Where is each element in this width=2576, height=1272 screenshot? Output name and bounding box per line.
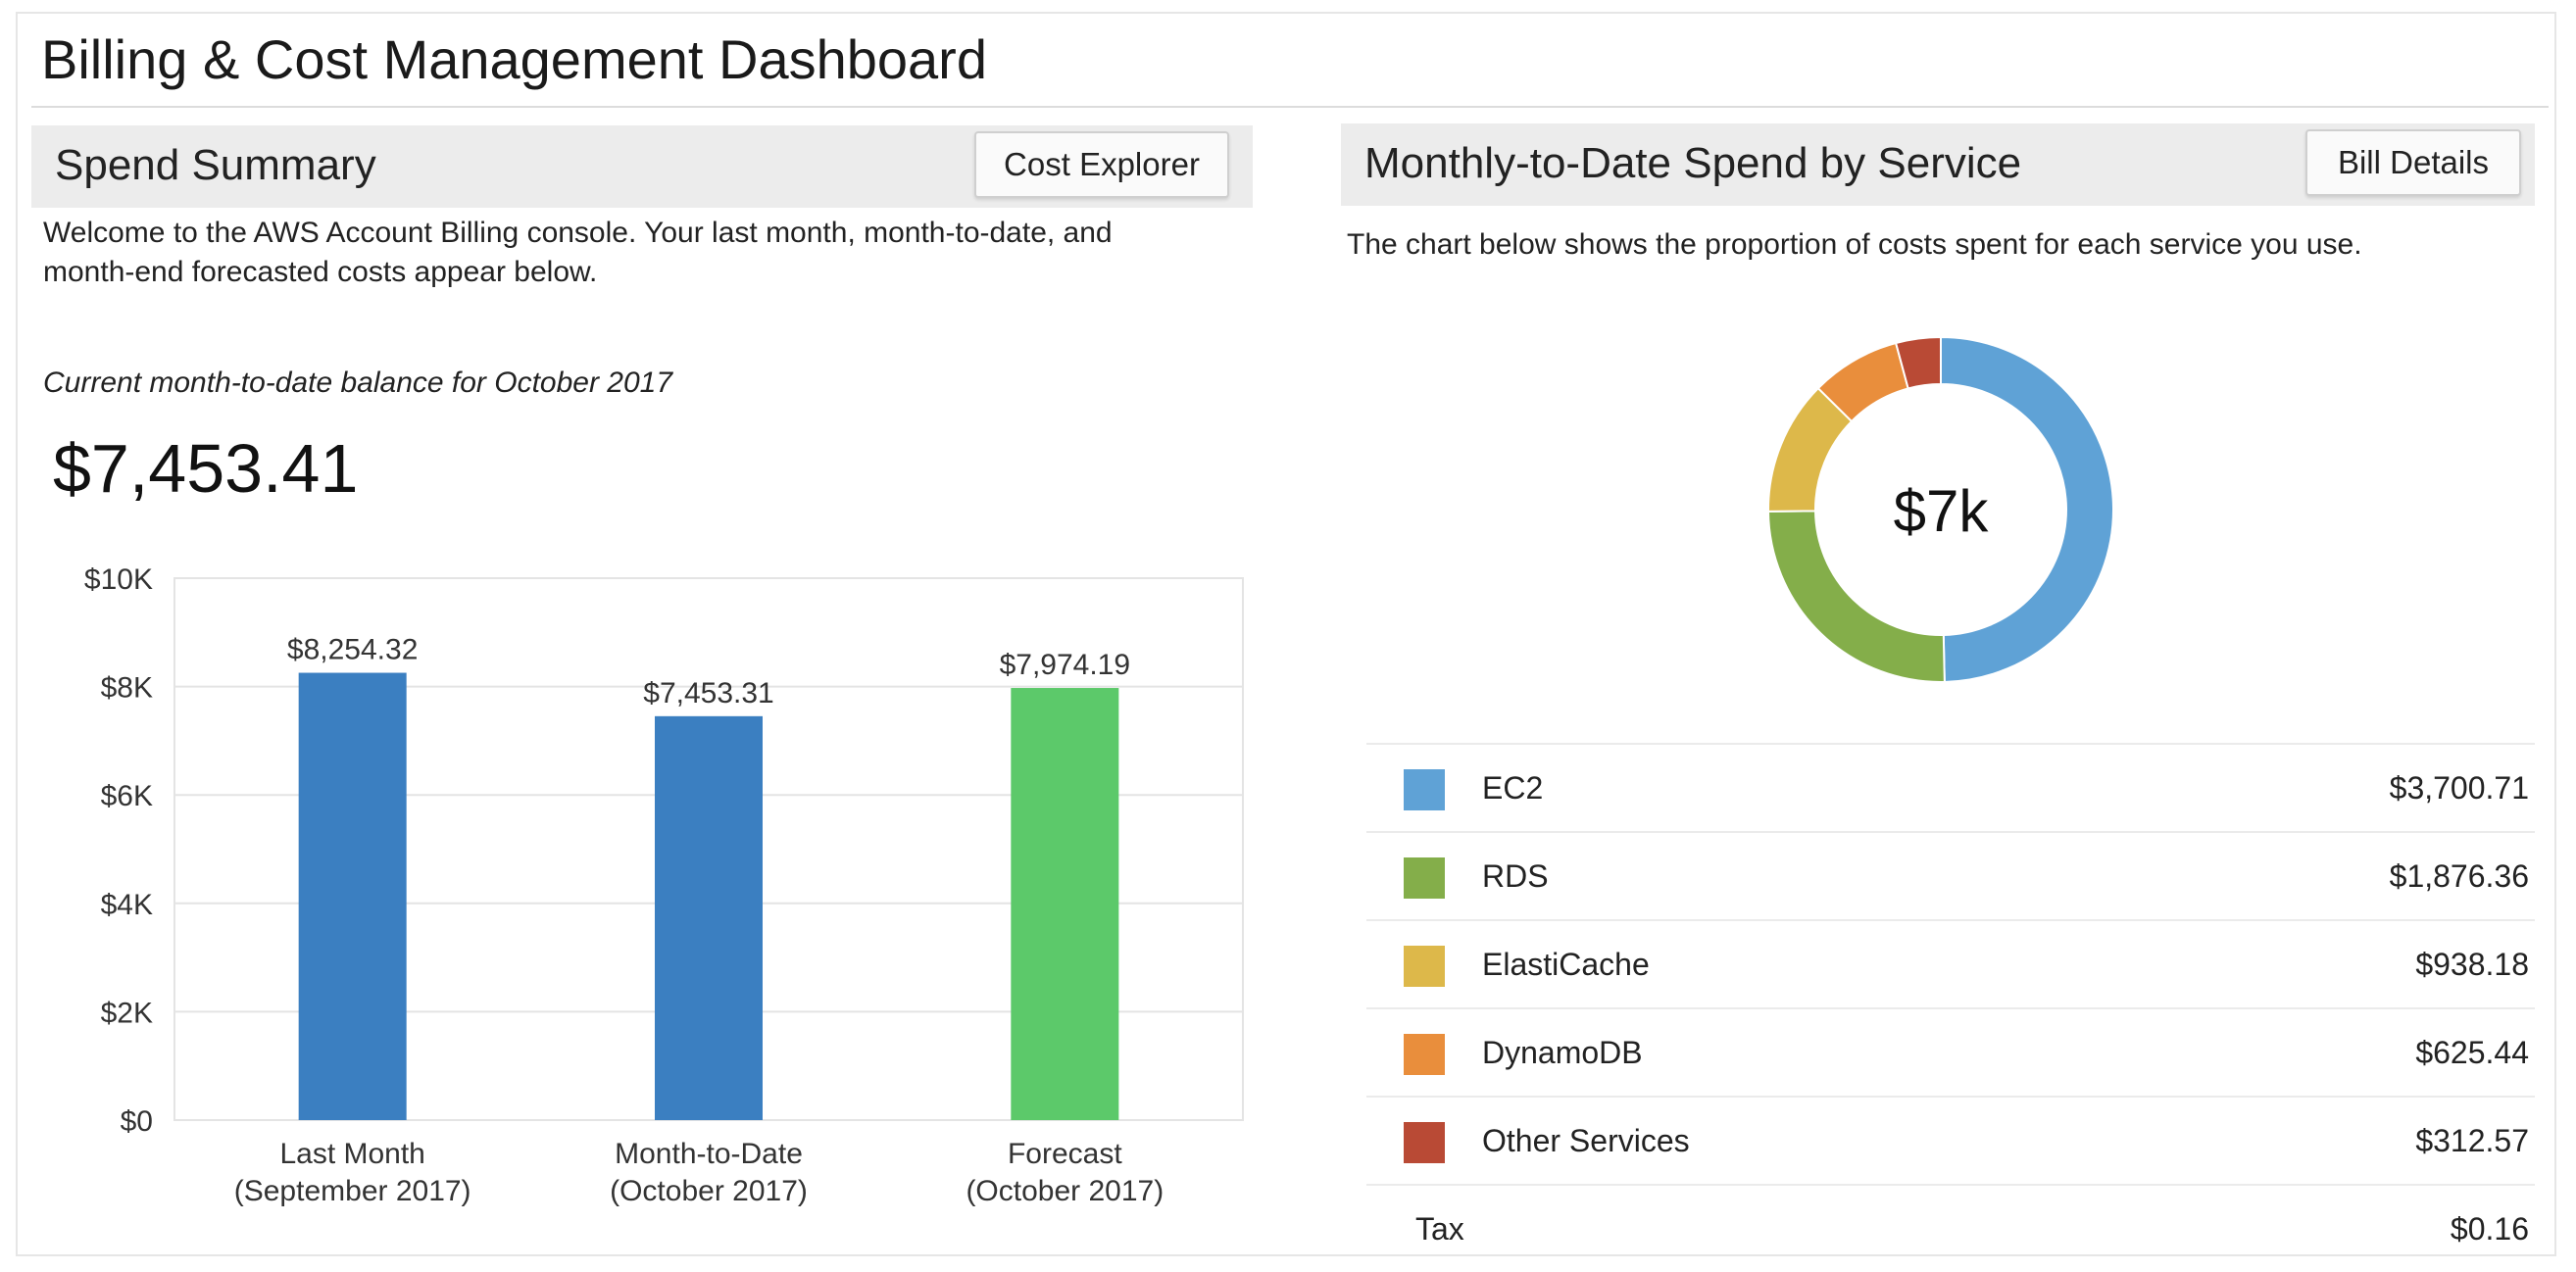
balance-amount: $7,453.41	[53, 430, 359, 507]
y-tick-label: $10K	[84, 563, 153, 596]
legend-row: ElastiCache $938.18	[1366, 919, 2535, 1007]
legend-swatch	[1404, 857, 1445, 899]
bar	[298, 672, 407, 1120]
legend-service-amount: $312.57	[2415, 1123, 2529, 1158]
legend-row: EC2 $3,700.71	[1366, 743, 2535, 831]
bar-value-label: $7,974.19	[1000, 649, 1130, 681]
tax-row: Tax $0.16	[1366, 1184, 2535, 1272]
legend-swatch	[1404, 1034, 1445, 1075]
bar-value-label: $7,453.31	[643, 677, 773, 709]
service-spend-header: Monthly-to-Date Spend by Service Bill De…	[1341, 123, 2535, 206]
y-tick-label: $6K	[101, 780, 153, 812]
legend-service-amount: $3,700.71	[2389, 770, 2529, 806]
x-tick-label: Forecast	[1008, 1138, 1122, 1170]
legend-service-amount: $1,876.36	[2389, 858, 2529, 894]
bar-value-label: $8,254.32	[287, 634, 418, 666]
x-tick-label: Last Month	[279, 1138, 424, 1170]
legend-service-name: ElastiCache	[1482, 947, 1650, 982]
spend-summary-intro: Welcome to the AWS Account Billing conso…	[43, 217, 1113, 288]
legend-service-name: RDS	[1482, 858, 1549, 894]
spend-summary-header: Spend Summary Cost Explorer	[31, 125, 1253, 208]
y-tick-label: $4K	[101, 889, 153, 921]
service-spend-heading: Monthly-to-Date Spend by Service	[1364, 139, 2022, 187]
legend-swatch	[1404, 946, 1445, 987]
legend-swatch	[1404, 769, 1445, 810]
legend-swatch	[1404, 1122, 1445, 1163]
title-divider	[31, 106, 2549, 108]
legend-service-amount: $938.18	[2415, 947, 2529, 982]
donut-center-label: $7k	[1894, 478, 1990, 544]
legend-service-amount: $625.44	[2415, 1035, 2529, 1070]
bill-details-button[interactable]: Bill Details	[2305, 129, 2521, 196]
legend-divider	[1366, 1184, 2535, 1186]
tax-amount: $0.16	[2450, 1211, 2529, 1247]
x-tick-label: (September 2017)	[234, 1175, 471, 1207]
spend-summary-heading: Spend Summary	[55, 141, 376, 189]
service-spend-intro: The chart below shows the proportion of …	[1347, 228, 2362, 261]
legend-row: RDS $1,876.36	[1366, 831, 2535, 919]
page-title: Billing & Cost Management Dashboard	[41, 28, 987, 90]
y-tick-label: $0	[121, 1105, 153, 1138]
service-donut-chart: $7k	[1766, 335, 2114, 683]
legend-divider	[1366, 831, 2535, 833]
cost-explorer-button[interactable]: Cost Explorer	[974, 131, 1229, 198]
bar	[655, 715, 763, 1120]
x-tick-label: (October 2017)	[610, 1175, 808, 1207]
tax-label: Tax	[1415, 1211, 1464, 1247]
x-tick-label: Month-to-Date	[615, 1138, 803, 1170]
legend-divider	[1366, 743, 2535, 745]
y-tick-label: $2K	[101, 997, 153, 1029]
balance-caption: Current month-to-date balance for Octobe…	[43, 367, 673, 399]
legend-divider	[1366, 1096, 2535, 1098]
legend-row: DynamoDB $625.44	[1366, 1007, 2535, 1096]
legend-service-name: EC2	[1482, 770, 1544, 806]
spend-bar-chart: $0 $2K $4K $6K $8K $10K $8,254.32 Last Month (Se…	[84, 563, 1244, 1207]
y-tick-label: $8K	[101, 672, 153, 705]
bar	[1011, 688, 1119, 1120]
x-tick-label: (October 2017)	[966, 1175, 1164, 1207]
legend-divider	[1366, 919, 2535, 921]
legend-service-name: Other Services	[1482, 1123, 1690, 1158]
legend-service-name: DynamoDB	[1482, 1035, 1643, 1070]
legend-row: Other Services $312.57	[1366, 1096, 2535, 1184]
legend-divider	[1366, 1007, 2535, 1009]
